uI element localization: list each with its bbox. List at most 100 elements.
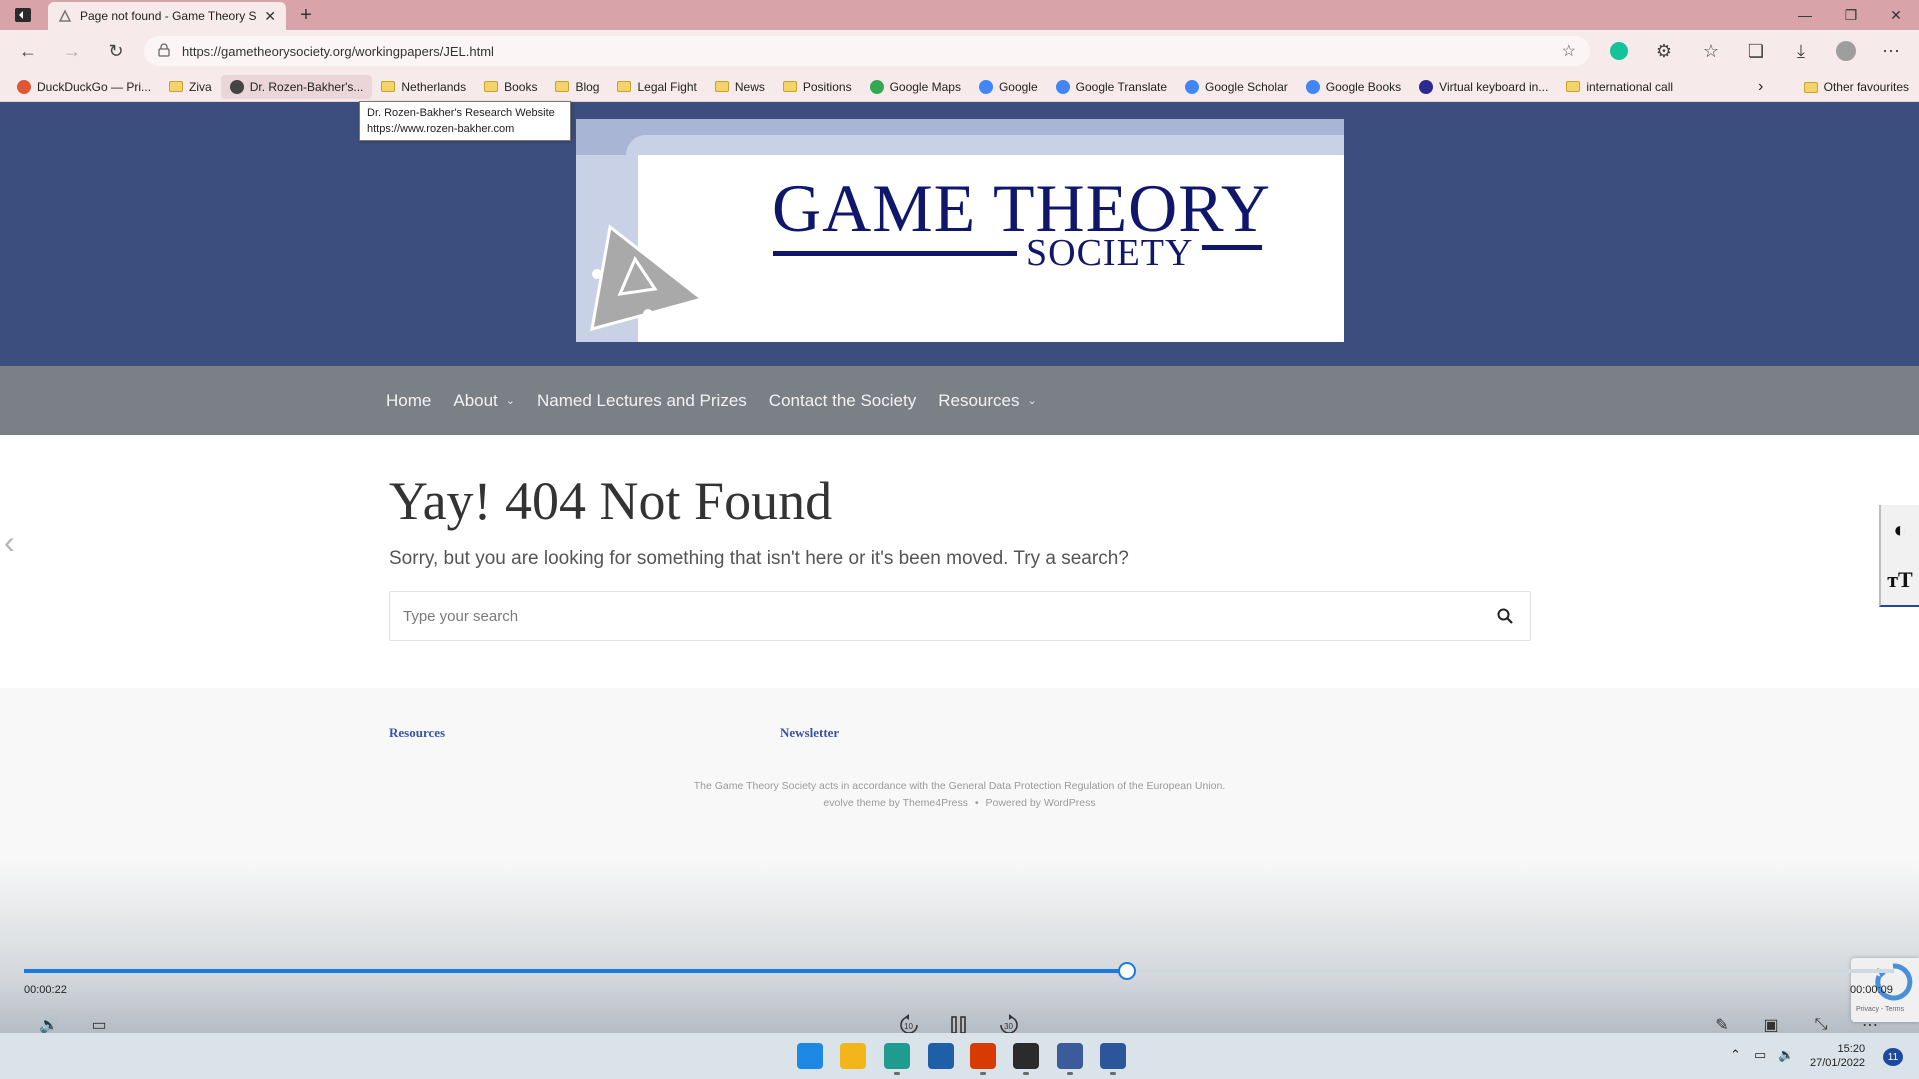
nav-item-named-lectures-and-prizes[interactable]: Named Lectures and Prizes	[537, 391, 747, 411]
nav-item-resources[interactable]: Resources ⌄	[938, 391, 1036, 411]
bookmark-tooltip: Dr. Rozen-Bakher's Research Website http…	[359, 101, 571, 141]
system-clock[interactable]: 15:20 27/01/2022	[1810, 1042, 1865, 1070]
bookmark-item[interactable]: Ziva	[160, 75, 221, 99]
close-window-button[interactable]: ✕	[1873, 0, 1919, 30]
speaker-icon[interactable]: 🔉	[1778, 1047, 1794, 1063]
powered-by-link[interactable]: Powered by WordPress	[985, 797, 1095, 809]
bookmark-item[interactable]: Google Books	[1297, 75, 1410, 99]
gdpr-note: The Game Theory Society acts in accordan…	[693, 780, 1226, 792]
nav-item-label: About	[453, 390, 498, 410]
duckduckgo-icon	[17, 79, 31, 94]
bookmark-item[interactable]: News	[706, 75, 774, 99]
site-header: GAME THEORY SOCIETY	[0, 102, 1919, 366]
add-favourite-icon[interactable]: ☆	[1562, 41, 1576, 61]
minimize-button[interactable]: —	[1782, 0, 1828, 30]
forward-button[interactable]: →	[58, 37, 86, 65]
edge-icon[interactable]	[884, 1043, 910, 1069]
bookmark-item[interactable]: Netherlands	[372, 75, 475, 99]
search-button[interactable]	[1480, 592, 1530, 640]
running-indicator	[1067, 1072, 1073, 1075]
elapsed-time: 00:00:22	[24, 984, 67, 996]
bookmark-item[interactable]: international call	[1557, 75, 1682, 99]
bookmarks-overflow-icon[interactable]: ›	[1758, 75, 1763, 99]
store-icon[interactable]	[928, 1043, 954, 1069]
recaptcha-icon	[1875, 963, 1913, 1001]
clock-date: 27/01/2022	[1810, 1057, 1866, 1069]
notification-badge[interactable]: 11	[1883, 1048, 1903, 1066]
remote-desktop-icon[interactable]	[1057, 1043, 1083, 1069]
other-favourites-label: Other favourites	[1823, 80, 1909, 94]
back-button[interactable]: ←	[14, 37, 42, 65]
bookmark-item[interactable]: Google	[970, 75, 1047, 99]
active-tab[interactable]: Page not found - Game Theory S ✕	[48, 2, 286, 30]
windows-start-icon[interactable]	[797, 1043, 823, 1069]
address-bar[interactable]: https://gametheorysociety.org/workingpap…	[144, 36, 1590, 66]
contrast-toggle-icon[interactable]: ◐	[1881, 505, 1919, 555]
footer-link-resources[interactable]: Resources	[389, 725, 445, 741]
file-explorer-icon[interactable]	[840, 1043, 866, 1069]
grammarly-extension-icon[interactable]	[1605, 37, 1633, 65]
site-footer: Resources Newsletter The Game Theory Soc…	[0, 688, 1919, 860]
office-icon[interactable]	[970, 1043, 996, 1069]
tab-title: Page not found - Game Theory S	[80, 9, 257, 23]
media-icon[interactable]	[1013, 1043, 1039, 1069]
clock-time: 15:20	[1837, 1043, 1866, 1055]
cube-icon	[229, 79, 244, 94]
new-tab-button[interactable]: +	[294, 4, 318, 26]
nav-item-label: Resources	[938, 390, 1020, 410]
tab-actions-button[interactable]	[6, 4, 40, 26]
word-icon[interactable]	[1100, 1043, 1126, 1069]
restore-button[interactable]: ❐	[1828, 0, 1874, 30]
profile-avatar[interactable]	[1832, 37, 1860, 65]
not-found-message: Sorry, but you are looking for something…	[389, 548, 1129, 569]
bookmark-item[interactable]: Google Translate	[1047, 75, 1176, 99]
close-tab-icon[interactable]: ✕	[264, 8, 276, 25]
bookmark-item[interactable]: DuckDuckGo — Pri...	[8, 75, 160, 99]
nav-item-home[interactable]: Home	[386, 391, 431, 411]
network-icon[interactable]: ▭	[1754, 1047, 1766, 1063]
font-size-icon[interactable]: ᴛT	[1881, 555, 1919, 605]
bookmark-item[interactable]: Google Maps	[861, 75, 970, 99]
bookmark-item[interactable]: Legal Fight	[608, 75, 705, 99]
page-title: Yay! 404 Not Found	[389, 471, 833, 531]
nav-item-contact-the-society[interactable]: Contact the Society	[769, 391, 916, 411]
refresh-button[interactable]: ↻	[102, 37, 130, 65]
collections-icon[interactable]: ❏	[1742, 37, 1770, 65]
lock-icon[interactable]	[158, 42, 170, 60]
folder-icon	[381, 81, 396, 92]
bookmark-label: Books	[504, 79, 538, 94]
bookmark-label: Netherlands	[401, 79, 467, 94]
show-hidden-icons-icon[interactable]: ⌃	[1730, 1047, 1741, 1063]
downloads-icon[interactable]: ⤓	[1787, 37, 1815, 65]
bookmark-item[interactable]: Dr. Rozen-Bakher's...	[220, 74, 373, 99]
bookmark-item[interactable]: Blog	[546, 75, 608, 99]
nav-item-about[interactable]: About ⌄	[453, 391, 515, 411]
tab-actions-icon	[15, 8, 31, 22]
logo-rule-left	[773, 251, 1017, 256]
running-indicator	[1110, 1072, 1116, 1075]
maps-pin-icon	[869, 79, 884, 94]
bookmark-item[interactable]: Google Scholar	[1176, 75, 1297, 99]
bookmark-label: Positions	[802, 79, 852, 94]
folder-icon	[782, 81, 797, 92]
theme-credit-link[interactable]: evolve theme by Theme4Press	[823, 797, 968, 809]
seek-bar[interactable]	[24, 962, 1894, 980]
bookmark-item[interactable]: Books	[475, 75, 546, 99]
footer-link-newsletter[interactable]: Newsletter	[780, 725, 839, 741]
google-icon	[978, 79, 993, 94]
remaining-time: 00:00:09	[1850, 984, 1893, 996]
bookmark-item[interactable]: Virtual keyboard in...	[1410, 75, 1557, 99]
bookmark-item[interactable]: Positions	[774, 75, 861, 99]
google-icon	[1305, 79, 1320, 94]
favourites-icon[interactable]: ☆	[1697, 37, 1725, 65]
settings-more-icon[interactable]: ⋯	[1877, 37, 1905, 65]
previous-arrow-icon[interactable]: ‹	[4, 524, 15, 561]
extensions-icon[interactable]: ⚙	[1650, 37, 1678, 65]
windows-taskbar	[0, 1033, 1919, 1079]
bookmark-label: Google	[998, 79, 1038, 94]
logo-title: GAME THEORY	[772, 170, 1271, 246]
seek-progress	[24, 969, 1128, 973]
site-logo[interactable]: GAME THEORY SOCIETY	[576, 119, 1344, 342]
search-input[interactable]	[390, 593, 1480, 639]
other-favourites[interactable]: Other favourites	[1803, 75, 1909, 99]
